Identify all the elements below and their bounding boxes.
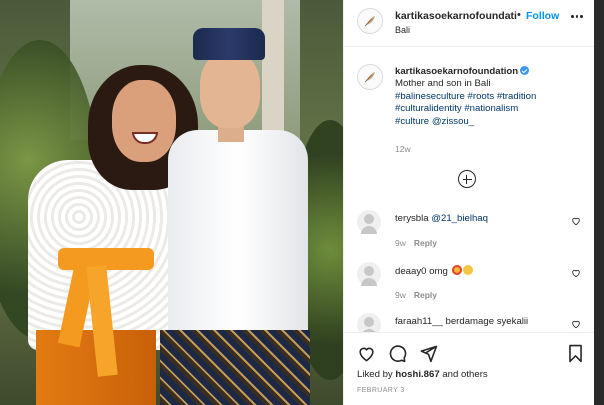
caption-text: Mother and son in Bali <box>395 78 491 90</box>
comment-text: faraah11__ berdamage syekalii <box>395 316 528 327</box>
post-photo[interactable] <box>0 0 343 405</box>
comment-item: deaay0 omg 9w Reply <box>357 262 585 306</box>
comment-age: 9w <box>395 290 406 300</box>
bookmark-icon[interactable] <box>566 344 585 363</box>
crying-emoji <box>462 265 473 275</box>
post-date[interactable]: FEBRUARY 3 <box>357 387 405 394</box>
son-sarong <box>160 330 310 405</box>
comment-item: terysbla @21_bielhaq 9w Reply <box>357 210 585 254</box>
avatar[interactable] <box>357 210 381 234</box>
son-face <box>200 52 260 128</box>
feather-logo-icon[interactable] <box>357 64 383 90</box>
verified-badge-icon <box>520 66 530 75</box>
separator-dot: • <box>517 9 521 21</box>
heart-icon[interactable] <box>571 268 581 278</box>
caption-username[interactable]: kartikasoekarnofoundation <box>395 66 518 77</box>
comment-body: berdamage syekalii <box>445 316 529 327</box>
post-action-bar: Liked by hoshi.867 and others FEBRUARY 3 <box>344 332 595 405</box>
son-udeng-headwear <box>193 28 265 60</box>
comment-age: 9w <box>395 238 406 248</box>
reply-button[interactable]: Reply <box>414 290 437 300</box>
instagram-post-view: kartikasoekarnofoundatic • Follow Bali k… <box>0 0 604 405</box>
comment-body: omg <box>429 266 448 277</box>
post-author-username[interactable]: kartikasoekarnofoundatic <box>395 10 517 22</box>
heart-icon[interactable] <box>357 344 376 363</box>
post-header: kartikasoekarnofoundatic • Follow Bali <box>344 0 595 47</box>
caption-hashtags[interactable]: #balineseculture #roots #tradition <box>395 91 536 102</box>
post-location[interactable]: Bali <box>395 25 410 35</box>
comment-username[interactable]: deaay0 <box>395 266 426 277</box>
heart-eyes-emoji <box>451 265 462 275</box>
comment-username[interactable]: terysbla <box>395 213 429 224</box>
caption-hashtags[interactable]: #culturalidentity #nationalism <box>395 103 518 114</box>
more-dots-icon[interactable] <box>570 8 584 24</box>
son-shirt <box>168 130 308 360</box>
caption-hashtag-culture[interactable]: #culture <box>395 116 429 127</box>
post-side-panel: kartikasoekarnofoundatic • Follow Bali k… <box>343 0 595 405</box>
caption-time-ago[interactable]: 12w <box>395 144 411 154</box>
paper-plane-icon[interactable] <box>419 344 438 363</box>
comment-meta: 9w Reply <box>395 290 437 300</box>
heart-icon[interactable] <box>571 319 581 329</box>
mother-face <box>112 80 176 162</box>
comment-body[interactable]: @21_bielhaq <box>431 213 488 224</box>
avatar[interactable] <box>357 262 381 286</box>
comment-meta: 9w Reply <box>395 238 437 248</box>
reply-button[interactable]: Reply <box>414 238 437 248</box>
heart-icon[interactable] <box>571 216 581 226</box>
liked-by-suffix[interactable]: and others <box>442 369 487 380</box>
follow-button[interactable]: Follow <box>526 10 559 22</box>
page-scrollbar[interactable] <box>594 0 604 405</box>
comment-username[interactable]: faraah11__ <box>395 316 443 327</box>
liked-by-user[interactable]: hoshi.867 <box>395 369 439 380</box>
liked-by-text: Liked by hoshi.867 and others <box>357 369 488 380</box>
comment-text: deaay0 omg <box>395 265 473 277</box>
action-icons <box>357 344 438 364</box>
comment-bubble-icon[interactable] <box>388 344 407 363</box>
comment-text: terysbla @21_bielhaq <box>395 213 488 224</box>
liked-by-prefix: Liked by <box>357 369 393 380</box>
caption-mention[interactable]: @zissou_ <box>432 116 474 127</box>
plus-circle-icon[interactable] <box>458 170 476 188</box>
caption-body: kartikasoekarnofoundation Mother and son… <box>395 66 585 128</box>
feather-logo-icon[interactable] <box>357 8 383 34</box>
